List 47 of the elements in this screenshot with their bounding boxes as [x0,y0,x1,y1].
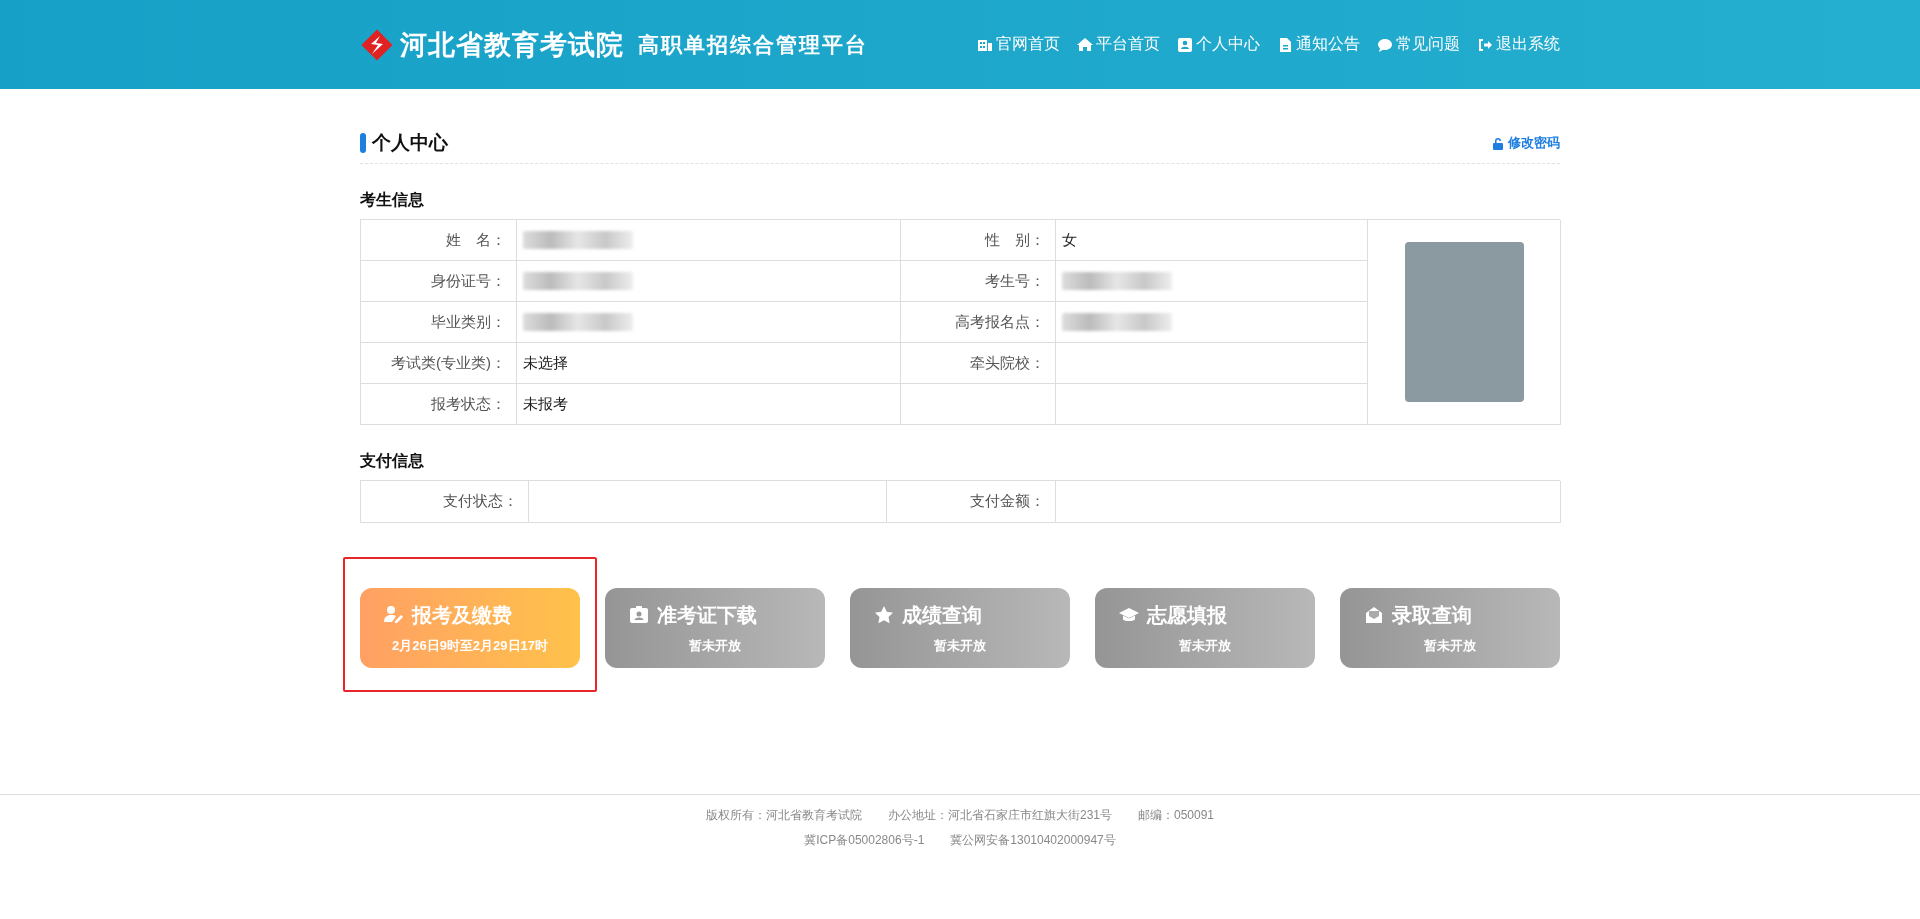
field-value: 未报考 [523,394,568,414]
footer-text: 办公地址：河北省石家庄市红旗大街231号 [887,807,1112,824]
nav-link[interactable]: 通知公告 [1277,34,1360,55]
action-button[interactable]: 准考证下载 暂未开放 [605,588,825,668]
field-value: 未选择 [523,353,568,373]
envelope-icon [1364,605,1384,625]
nav-link[interactable]: 官网首页 [977,34,1060,55]
star-icon [874,605,894,625]
action-button[interactable]: 报考及缴费 2月26日9时至2月29日17时 [360,588,580,668]
platform-name: 高职单招综合管理平台 [638,31,868,58]
field-label: 毕业类别： [431,312,506,332]
title-marker [360,133,366,153]
field-label: 高考报名点： [955,312,1045,332]
nav-link[interactable]: 平台首页 [1077,34,1160,55]
id-card-icon [1177,36,1193,53]
footer-text: 邮编：050091 [1138,807,1215,824]
nav-link[interactable]: 个人中心 [1177,34,1260,55]
field-label: 考试类(专业类)： [391,353,506,373]
sign-out-icon [1477,36,1493,53]
user-pen-icon [384,605,404,625]
page-title: 个人中心 [372,131,448,155]
footer-text: 冀公网安备13010402000947号 [950,832,1116,849]
nav-link[interactable]: 退出系统 [1477,34,1560,55]
section-heading: 支付信息 [360,451,425,471]
id-badge-icon [629,605,649,625]
change-password-link[interactable]: 修改密码 [1492,134,1560,152]
field-label: 牵头院校： [970,353,1045,373]
action-button[interactable]: 录取查询 暂未开放 [1340,588,1560,668]
file-icon [1277,36,1293,53]
section-heading: 考生信息 [360,190,425,210]
house-icon [1077,36,1093,53]
action-button[interactable]: 成绩查询 暂未开放 [850,588,1070,668]
nav-link[interactable]: 常见问题 [1377,34,1460,55]
field-label: 身份证号： [431,271,506,291]
field-value: 女 [1062,230,1077,250]
action-button[interactable]: 志愿填报 暂未开放 [1095,588,1315,668]
field-label: 性 别： [985,230,1045,250]
field-label: 支付金额： [970,492,1045,511]
field-label: 考生号： [985,271,1045,291]
footer-text: 冀ICP备05002806号-1 [804,832,925,849]
institute-name: 河北省教育考试院 [400,28,624,62]
field-label: 支付状态： [443,492,518,511]
field-label: 姓 名： [446,230,506,250]
footer-text: 版权所有：河北省教育考试院 [705,807,862,824]
chat-bubble-icon [1377,36,1393,53]
lock-icon [1492,136,1504,150]
field-label: 报考状态： [431,394,506,414]
